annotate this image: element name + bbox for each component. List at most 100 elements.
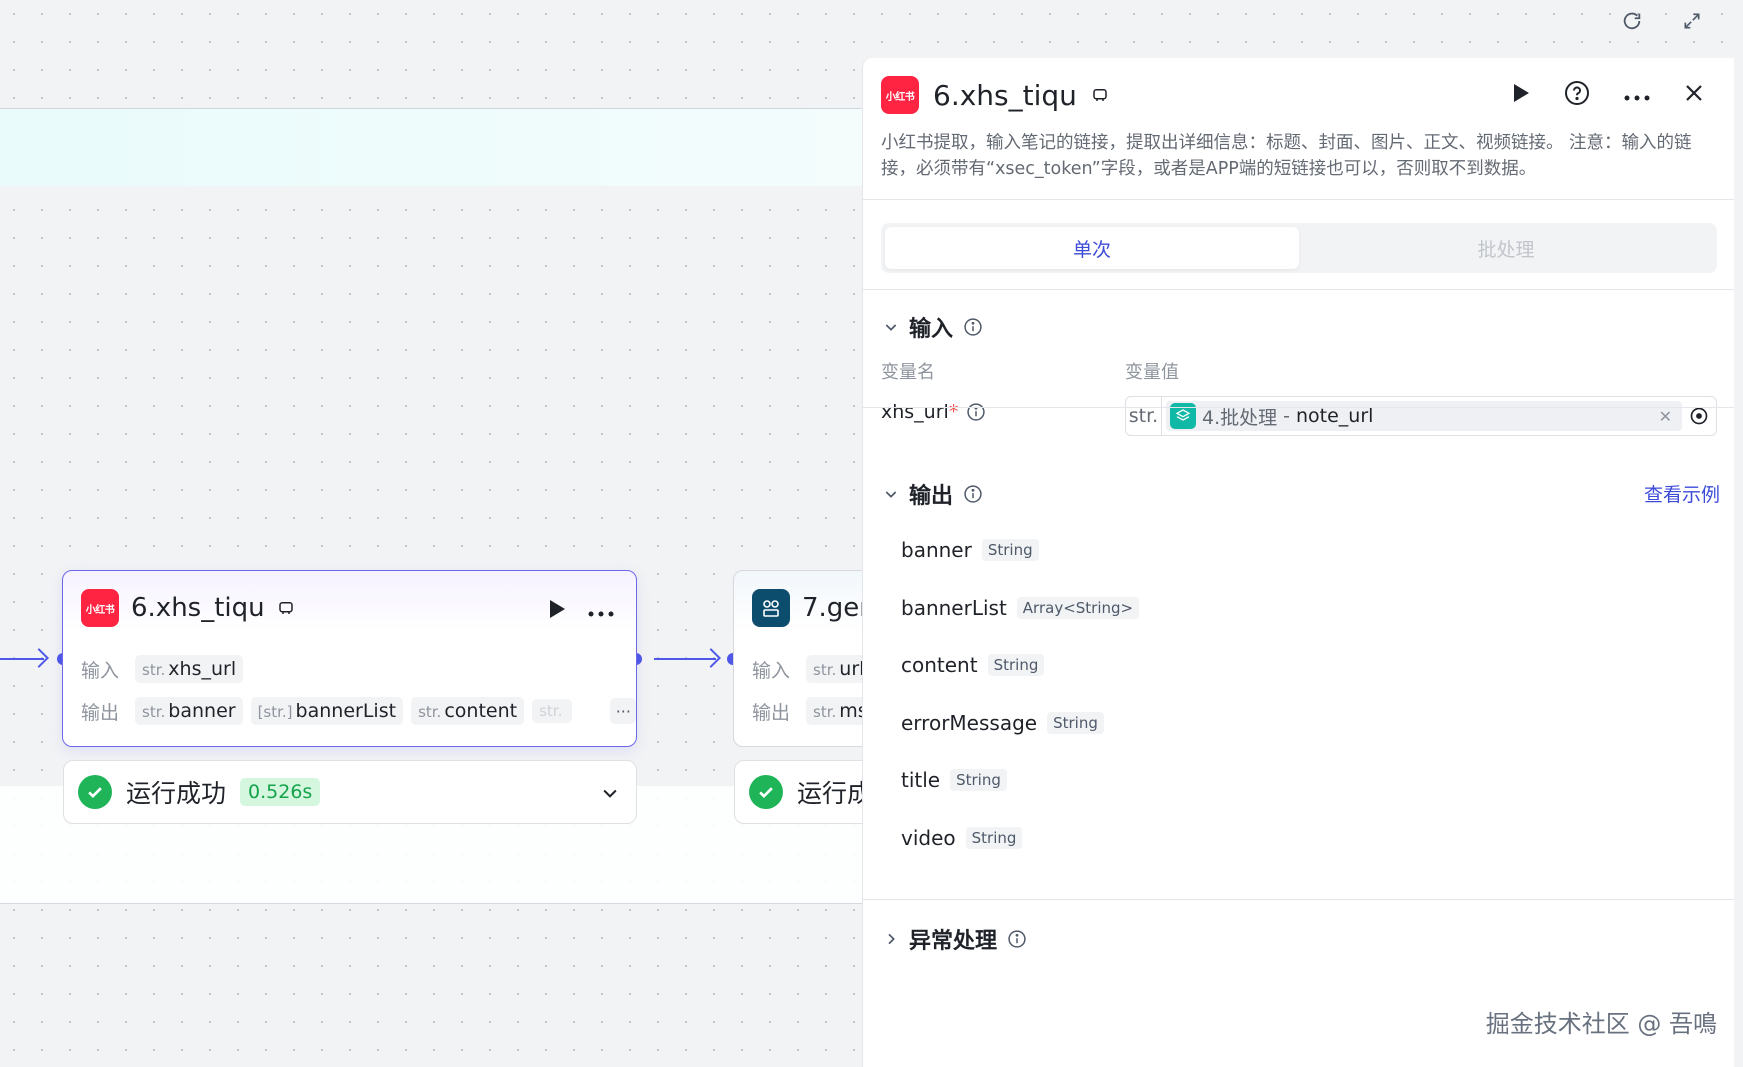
col-header-var-name: 变量名 [881,362,935,383]
divider [863,289,1734,290]
input-tag-xhs-url: str. xhs_url [135,655,244,683]
input-section-header[interactable]: 输入 [883,311,983,343]
output-field-name: video [901,826,956,850]
panel-header: 小红书 6.xhs_tiqu [881,76,1109,114]
panel-xiaohongshu-logo-icon: 小红书 [881,76,919,114]
node-title: 6.xhs_tiqu [131,593,265,623]
edge-node6-to-node7 [654,658,716,660]
run-node-icon[interactable] [548,599,566,623]
workflow-node-xhs-tiqu[interactable]: 小红书 6.xhs_tiqu 输入 str. xhs_url 输出 str. ban… [62,570,637,747]
more-icon[interactable] [588,602,614,621]
output-field-type: String [965,827,1023,849]
output-field-name: bannerList [901,596,1007,620]
variable-picker-icon[interactable] [1682,406,1716,426]
chevron-down-icon [885,324,897,331]
node7-header: 7.gen [752,589,876,627]
panel-plugin-badge-icon [1091,86,1109,104]
output-section-title: 输出 [909,484,954,509]
divider [863,199,1734,200]
panel-title: 6.xhs_tiqu [933,78,1077,112]
output-section-header[interactable]: 输出 [883,478,983,510]
output-field-type: String [987,654,1045,676]
input-value-field[interactable]: str. 4.批处理 - note_url ✕ [1125,396,1717,436]
panel-run-icon[interactable] [1512,83,1530,107]
divider [863,899,1734,900]
success-check-icon [78,775,112,809]
status-text: 运行成功 [126,779,227,808]
refresh-icon[interactable] [1619,8,1645,34]
output-tag-bannerlist: [str.] bannerList [250,697,404,725]
panel-more-icon[interactable] [1624,86,1650,105]
output-field-name: title [901,768,941,792]
node-header: 小红书 6.xhs_tiqu [81,589,295,627]
node7-input-label: 输入 [752,659,791,682]
tab-batch[interactable]: 批处理 [1299,227,1713,269]
output-field-row: title String [901,768,1007,792]
node7-output-label: 输出 [752,701,791,724]
info-icon[interactable] [963,484,983,504]
input-var-name: xhs_url* [881,401,986,423]
output-field-name: banner [901,538,972,562]
input-section-title: 输入 [909,317,954,342]
chevron-right-icon [888,933,895,945]
output-field-row: banner String [901,538,1039,562]
canvas-group-band-top [0,108,862,186]
output-field-type: String [1047,712,1104,734]
variable-reference-chip[interactable]: 4.批处理 - note_url ✕ [1166,401,1682,431]
info-icon[interactable] [1007,929,1027,949]
output-field-name: content [901,653,978,677]
node-input-row: 输入 str. xhs_url [81,655,244,683]
output-tag-content: str. content [411,697,525,725]
clear-icon[interactable]: ✕ [1659,407,1672,426]
value-type-label: str. [1126,397,1162,435]
output-field-row: errorMessage String [901,711,1104,735]
output-field-name: errorMessage [901,711,1038,735]
run-mode-tabs: 单次 批处理 [881,223,1717,273]
expand-icon[interactable] [1679,8,1705,34]
output-field-type: String [950,769,1007,791]
var-name-text: xhs_url [881,401,949,423]
output-tag-banner: str. banner [135,697,243,725]
output-field-row: content String [901,653,1045,677]
node-output-row: 输出 str. banner [str.] bannerList str. conte… [81,697,637,725]
close-icon[interactable] [1684,83,1704,107]
xiaohongshu-logo-icon: 小红书 [81,589,119,627]
node-actions [548,599,614,623]
tab-single[interactable]: 单次 [885,227,1299,269]
output-field-row: bannerList Array<String> [901,596,1140,620]
node6-run-status[interactable]: 运行成功 0.526s [63,760,637,824]
col-header-var-value: 变量值 [1125,362,1179,383]
watermark: 掘金技术社区 @ 吾鳴 [1485,1010,1717,1038]
node7-input-row: 输入 str. url [752,655,872,683]
chevron-down-icon[interactable] [600,783,620,807]
ref-field-name: note_url [1296,405,1374,427]
chevron-down-icon [885,491,897,498]
ref-separator: - [1283,405,1290,427]
duration-badge: 0.526s [240,778,321,806]
output-field-type: Array<String> [1016,597,1140,619]
node7-app-icon [752,589,790,627]
node7-success-check-icon [749,775,783,809]
plugin-badge-icon [277,599,295,617]
view-example-link[interactable]: 查看示例 [1644,480,1720,507]
panel-description: 小红书提取，输入笔记的链接，提取出详细信息：标题、封面、图片、正文、视频链接。 … [881,133,1692,179]
input-label: 输入 [81,659,120,682]
edge-into-node6 [0,658,44,660]
help-icon[interactable] [1564,80,1590,110]
output-tag-overflow: str. [532,699,573,723]
output-label: 输出 [81,701,120,724]
panel-actions [1512,80,1704,110]
info-icon[interactable] [963,317,983,337]
show-more-outputs-icon[interactable]: ··· [610,698,637,724]
info-icon[interactable] [966,402,986,422]
error-section-title: 异常处理 [909,929,998,954]
required-mark: * [948,401,959,423]
canvas-toolbar [1619,8,1705,34]
node7-output-row: 输出 str. ms [752,697,875,725]
output-field-type: String [981,539,1039,561]
node-config-panel: 小红书 6.xhs_tiqu 小红书提取，输入笔记的链接，提取出详细信息：标题、… [862,58,1734,1067]
error-handling-section-header[interactable]: 异常处理 [883,923,1027,955]
node7-status-text: 运行成 [797,779,873,808]
output-field-row: video String [901,826,1023,850]
divider [863,407,1734,408]
